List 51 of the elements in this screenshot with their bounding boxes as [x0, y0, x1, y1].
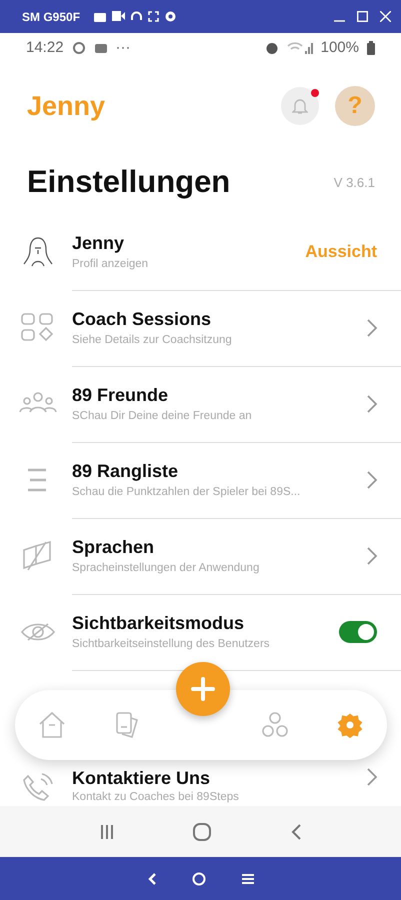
row-subtitle: Spracheinstellungen der Anwendung [72, 562, 260, 574]
settings-row[interactable]: 89 Rangliste Schau die Punktzahlen der Spieler bei 89S... [0, 442, 401, 518]
row-title: Jenny [72, 233, 126, 254]
battery-icon [367, 40, 375, 54]
close-icon[interactable] [380, 11, 391, 22]
chevron-icon [367, 318, 377, 336]
plus-icon [190, 676, 216, 702]
settings-icon[interactable] [165, 11, 176, 22]
fullscreen-icon[interactable] [148, 11, 160, 22]
chevron-icon [367, 470, 377, 488]
version-label: V 3.6.1 [334, 174, 375, 190]
back-icon[interactable] [291, 824, 302, 840]
row-title: Coach Sessions [72, 309, 212, 330]
row-subtitle: Kontakt zu Coaches bei 89Steps [72, 791, 240, 803]
notification-icon [72, 40, 86, 54]
chevron-icon [367, 546, 377, 564]
more-notifications: ··· [116, 39, 131, 56]
settings-row[interactable]: Jenny Profil anzeigen Aussicht [0, 214, 401, 290]
settings-row[interactable]: 89 Freunde SChau Dir Deine deine Freunde an [0, 366, 401, 442]
row-title: Sichtbarkeitsmodus [72, 613, 246, 634]
video-icon[interactable] [112, 11, 126, 21]
wifi-signal-icon [286, 40, 313, 54]
menu-icon[interactable] [242, 872, 254, 884]
notifications-button[interactable] [281, 87, 319, 125]
chevron-icon [367, 768, 377, 786]
settings-row[interactable]: Kontaktiere Uns Kontakt zu Coaches bei 89Steps [0, 760, 401, 806]
chevron-icon [367, 394, 377, 412]
row-subtitle: Siehe Details zur Coachsitzung [72, 334, 233, 346]
row-subtitle: Schau die Punktzahlen der Spieler bei 89S... [72, 486, 302, 498]
settings-row[interactable]: Sprachen Spracheinstellungen der Anwendung [0, 518, 401, 594]
clock: 14:22 [26, 39, 64, 56]
device-name: SM G950F [22, 10, 80, 24]
recent-apps-icon[interactable] [100, 824, 114, 840]
alarm-icon [264, 40, 279, 54]
row-subtitle: Sichtbarkeitseinstellung des Benutzers [72, 638, 271, 650]
visibility-toggle[interactable] [339, 620, 377, 642]
row-subtitle: SChau Dir Deine deine Freunde an [72, 410, 253, 422]
user-name: Jenny [27, 90, 106, 122]
bell-icon [292, 97, 308, 115]
row-title: Kontaktiere Uns [72, 768, 212, 789]
row-subtitle: Profil anzeigen [72, 258, 150, 270]
headphones-icon[interactable] [131, 11, 142, 22]
camera-icon[interactable] [94, 11, 106, 22]
page-title: Einstellungen [27, 164, 232, 200]
home-button-icon[interactable] [193, 822, 212, 840]
row-title: 89 Freunde [72, 385, 170, 406]
row-title: Sprachen [72, 537, 156, 558]
settings-row[interactable]: Coach Sessions Siehe Details zur Coachsitzung [0, 290, 401, 366]
row-title: 89 Rangliste [72, 461, 180, 482]
maximize-icon[interactable] [357, 11, 368, 22]
battery-level: 100% [320, 39, 359, 56]
